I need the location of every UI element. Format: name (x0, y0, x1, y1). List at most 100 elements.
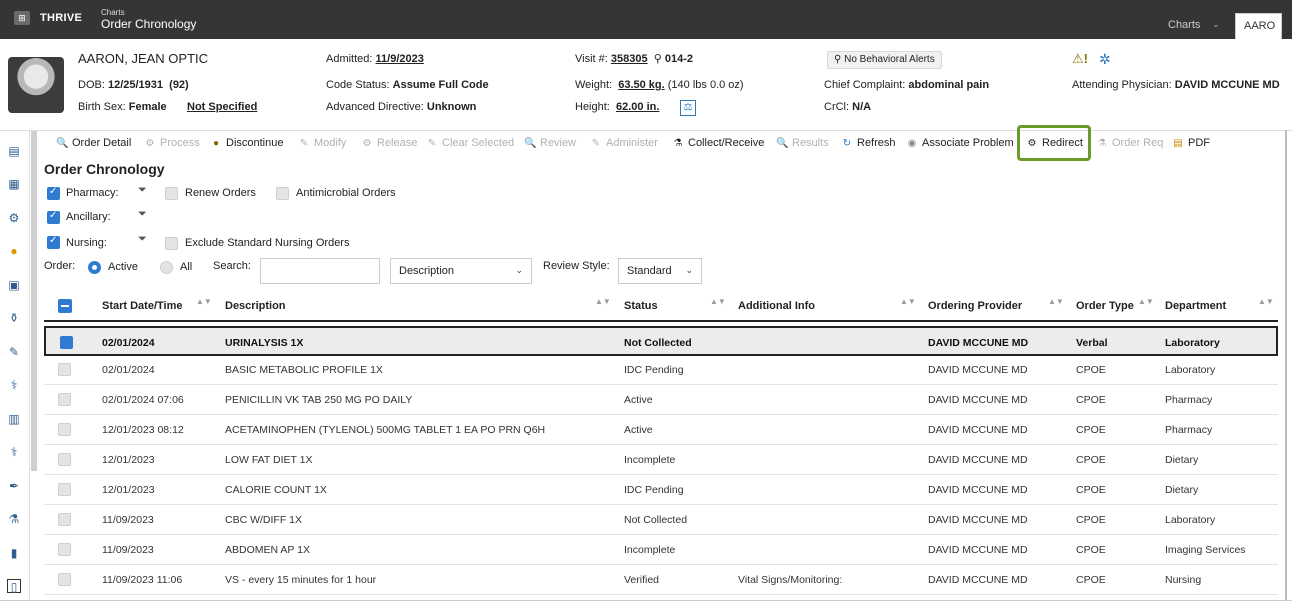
rail-medical-icon[interactable]: ⚕ (7, 378, 21, 392)
visit-number[interactable]: 358305 (611, 53, 648, 65)
table-row[interactable]: 11/09/2023 ABDOMEN AP 1X Incomplete DAVI… (44, 535, 1278, 565)
not-specified-link[interactable]: Not Specified (187, 101, 257, 113)
row-checkbox[interactable] (58, 543, 71, 556)
sort-icon[interactable]: ▲▼ (1138, 298, 1154, 306)
patient-tab[interactable]: AARO (1235, 13, 1282, 39)
row-checkbox[interactable] (58, 453, 71, 466)
warning-icon[interactable]: ⚠! (1072, 51, 1094, 67)
rail-book-icon[interactable]: ▮ (7, 546, 21, 560)
table-row[interactable]: 11/09/2023 CBC W/DIFF 1X Not Collected D… (44, 505, 1278, 535)
active-radio[interactable] (88, 261, 101, 274)
app-logo-icon[interactable]: ⊞ (14, 11, 30, 25)
cell-order-type: Verbal (1076, 337, 1108, 349)
visit-label: Visit #: (575, 53, 608, 65)
rail-scrollbar[interactable] (31, 131, 37, 471)
sort-icon[interactable]: ▲▼ (710, 298, 726, 306)
sort-icon[interactable]: ▲▼ (1048, 298, 1064, 306)
settings-gear-icon[interactable]: ✲ (1099, 51, 1111, 68)
row-checkbox[interactable] (58, 483, 71, 496)
rail-alert-icon[interactable]: ● (7, 244, 21, 258)
col-start-date[interactable]: Start Date/Time (102, 300, 183, 312)
process-button[interactable]: ⚙ Process (144, 137, 200, 149)
collect-receive-button[interactable]: ⚗ Collect/Receive (672, 137, 765, 149)
release-button[interactable]: ⚙ Release (361, 137, 418, 149)
cell-order-type: CPOE (1076, 484, 1106, 496)
pdf-button[interactable]: ▤ PDF (1172, 137, 1210, 149)
sort-icon[interactable]: ▲▼ (196, 298, 212, 306)
rail-flask-icon[interactable]: ⚗ (7, 512, 21, 526)
rail-calendar-icon[interactable]: ▥ (7, 412, 21, 426)
table-row[interactable]: 11/09/2023 11:06 VS - every 15 minutes f… (44, 565, 1278, 595)
review-style-select[interactable]: Standard ⌄ (618, 258, 702, 284)
antimicrobial-checkbox[interactable] (276, 187, 289, 200)
table-row[interactable]: 02/01/2024 BASIC METABOLIC PROFILE 1X ID… (44, 355, 1278, 385)
discontinue-button[interactable]: ● Discontinue (210, 137, 284, 149)
search-input[interactable] (260, 258, 380, 284)
ancillary-filter-icon[interactable]: ⏷ (138, 208, 147, 221)
select-all-checkbox[interactable] (58, 299, 72, 313)
scale-icon[interactable]: ⚖ (680, 100, 696, 116)
results-button[interactable]: 🔍 Results (776, 137, 829, 149)
pharmacy-checkbox[interactable] (47, 186, 60, 200)
rail-document-icon[interactable]: ▯ (7, 579, 21, 594)
modify-button[interactable]: ✎ Modify (298, 137, 347, 149)
sort-icon[interactable]: ▲▼ (1258, 298, 1274, 306)
row-checkbox[interactable] (60, 336, 73, 349)
weight-value[interactable]: 63.50 kg. (618, 79, 664, 91)
breadcrumb-parent[interactable]: Charts (101, 8, 125, 17)
chevron-down-icon[interactable]: ⌄ (1212, 19, 1220, 30)
rail-notes-icon[interactable]: ✎ (7, 345, 21, 359)
order-req-button[interactable]: ⚗ Order Req (1096, 137, 1164, 149)
height-value[interactable]: 62.00 in. (616, 101, 659, 113)
associate-problem-button[interactable]: ◉ Associate Problem (906, 137, 1014, 149)
rail-list-icon[interactable]: ▤ (7, 144, 21, 158)
table-row[interactable]: 12/01/2023 08:12 ACETAMINOPHEN (TYLENOL)… (44, 415, 1278, 445)
rail-health-icon[interactable]: ⚕ (7, 445, 21, 459)
nursing-checkbox[interactable] (47, 235, 60, 249)
ancillary-checkbox[interactable] (47, 210, 60, 224)
pharmacy-filter-icon[interactable]: ⏷ (138, 184, 147, 197)
row-checkbox[interactable] (58, 573, 71, 586)
dob-row: DOB: 12/25/1931 (92) (78, 79, 189, 91)
clear-selected-label: Clear Selected (442, 137, 515, 149)
table-row[interactable]: 12/01/2023 LOW FAT DIET 1X Incomplete DA… (44, 445, 1278, 475)
row-checkbox[interactable] (58, 393, 71, 406)
table-row[interactable]: 02/01/2024 URINALYSIS 1X Not Collected D… (44, 326, 1278, 356)
col-additional-info[interactable]: Additional Info (738, 300, 815, 312)
review-button[interactable]: 🔍 Review (524, 137, 576, 149)
nursing-filter-icon[interactable]: ⏷ (138, 233, 147, 246)
col-order-type[interactable]: Order Type (1076, 300, 1134, 312)
rail-lab-icon[interactable]: ⚱ (7, 311, 21, 325)
exclude-nursing-checkbox[interactable] (165, 237, 178, 250)
behavioral-alerts-pill[interactable]: ⚲ No Behavioral Alerts (827, 51, 942, 69)
sort-icon[interactable]: ▲▼ (900, 298, 916, 306)
table-row[interactable]: 02/01/2024 07:06 PENICILLIN VK TAB 250 M… (44, 385, 1278, 415)
rail-grid-icon[interactable]: ▦ (7, 177, 21, 191)
table-row[interactable]: 12/01/2023 CALORIE COUNT 1X IDC Pending … (44, 475, 1278, 505)
cell-description: LOW FAT DIET 1X (225, 454, 313, 466)
admitted-value[interactable]: 11/9/2023 (376, 53, 424, 65)
col-department[interactable]: Department (1165, 300, 1226, 312)
rail-chart-icon[interactable]: ▣ (7, 278, 21, 292)
search-field-select[interactable]: Description ⌄ (390, 258, 532, 284)
order-detail-label: Order Detail (72, 137, 132, 149)
rail-settings-icon[interactable]: ⚙ (7, 211, 21, 225)
rail-pen-icon[interactable]: ✒ (7, 479, 21, 493)
col-ordering-provider[interactable]: Ordering Provider (928, 300, 1022, 312)
cell-ordering-provider: DAVID MCCUNE MD (928, 394, 1028, 406)
clear-selected-button[interactable]: ✎ Clear Selected (426, 137, 514, 149)
row-checkbox[interactable] (58, 423, 71, 436)
refresh-button[interactable]: ↻ Refresh (841, 137, 896, 149)
renew-orders-checkbox[interactable] (165, 187, 178, 200)
charts-menu[interactable]: Charts (1168, 19, 1200, 31)
col-description[interactable]: Description (225, 300, 286, 312)
visit-row: Visit #: 358305 ⚲ 014-2 (575, 52, 693, 65)
all-radio[interactable] (160, 261, 173, 274)
col-status[interactable]: Status (624, 300, 658, 312)
order-detail-button[interactable]: 🔍 Order Detail (56, 137, 131, 149)
administer-button[interactable]: ✎ Administer (590, 137, 658, 149)
cell-description: VS - every 15 minutes for 1 hour (225, 574, 377, 586)
row-checkbox[interactable] (58, 513, 71, 526)
sort-icon[interactable]: ▲▼ (595, 298, 611, 306)
row-checkbox[interactable] (58, 363, 71, 376)
